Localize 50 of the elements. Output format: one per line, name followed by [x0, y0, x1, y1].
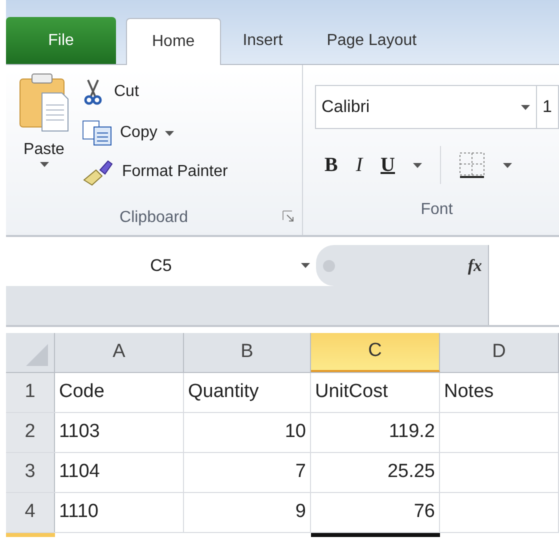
table-cell: 25.25 [311, 453, 440, 492]
column-header[interactable]: C [311, 333, 440, 372]
row-header[interactable]: 1 [6, 373, 55, 412]
table-cell: 1110 [55, 493, 184, 532]
table-cell: 1103 [55, 413, 184, 452]
format-painter-button[interactable]: Format Painter [82, 155, 228, 189]
ribbon-tab[interactable]: Insert [220, 17, 305, 64]
ribbon-tab[interactable]: Page Layout [304, 17, 439, 64]
caret-icon [413, 162, 422, 168]
column-header[interactable]: A [55, 333, 184, 372]
clipboard-icon [18, 73, 70, 133]
scissors-icon [82, 79, 104, 105]
copy-button[interactable]: Copy [82, 116, 228, 150]
ribbon-tab[interactable]: Home [126, 18, 221, 65]
table-cell: 7 [184, 453, 311, 492]
bold-button[interactable]: B [324, 150, 338, 180]
table-cell: Quantity [184, 373, 311, 412]
paste-button[interactable]: Paste [6, 73, 82, 201]
dropdown-icon [301, 263, 310, 268]
paintbrush-icon [82, 158, 114, 186]
borders-icon[interactable] [459, 152, 485, 178]
italic-button[interactable]: I [356, 150, 363, 180]
caret-icon [520, 104, 530, 110]
caret-icon [40, 162, 48, 167]
font-size-field[interactable]: 1 [536, 85, 559, 129]
table-cell: Code [55, 373, 184, 412]
caret-icon [165, 130, 174, 136]
table-cell: Notes [440, 373, 559, 412]
row-header[interactable]: 3 [6, 453, 55, 492]
insert-function-button[interactable]: fx [468, 252, 482, 278]
dialog-launcher-icon[interactable] [282, 210, 294, 222]
table-cell: 1104 [55, 453, 184, 492]
table-cell: UnitCost [311, 373, 440, 412]
ribbon-tab[interactable]: File [6, 17, 116, 64]
table-cell: 9 [184, 493, 311, 532]
font-name-field[interactable]: Calibri [314, 85, 537, 129]
row-header[interactable]: 2 [6, 413, 55, 452]
table-cell: 76 [311, 493, 440, 532]
underline-button[interactable]: U [380, 150, 395, 180]
group-label: Font [420, 200, 453, 220]
table-cell: 119.2 [311, 413, 440, 452]
group-label: Clipboard [120, 208, 188, 228]
formula-input[interactable] [488, 245, 559, 325]
table-cell: 10 [184, 413, 311, 452]
copy-icon [82, 120, 112, 146]
cut-button[interactable]: Cut [82, 73, 228, 111]
caret-icon [503, 162, 512, 168]
column-header[interactable]: D [440, 333, 559, 372]
row-header[interactable]: 4 [6, 493, 55, 532]
name-box[interactable]: C5 [6, 245, 316, 286]
